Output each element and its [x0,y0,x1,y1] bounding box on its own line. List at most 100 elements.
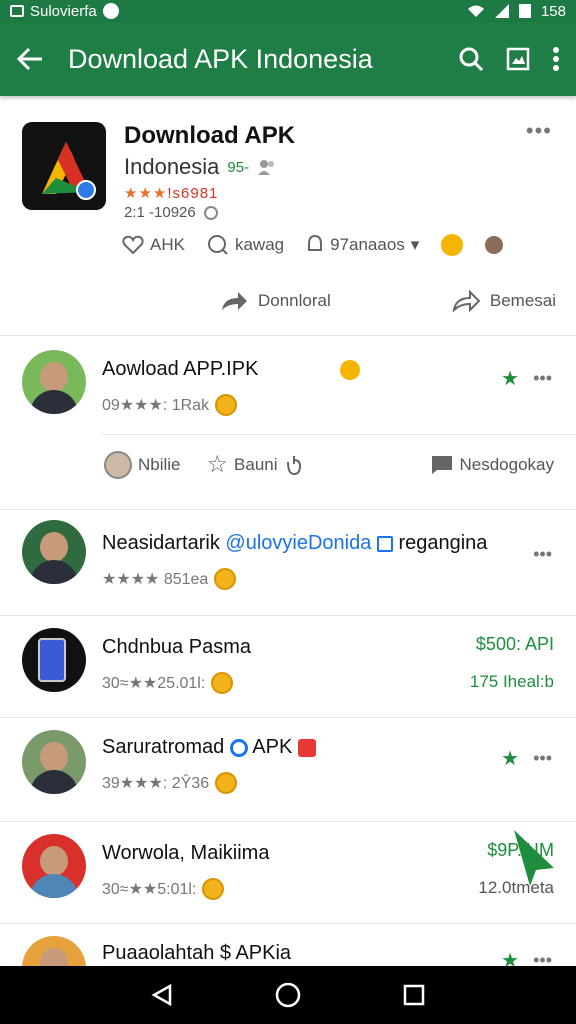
list-item[interactable]: Saruratromad APK 39★★★: 2Ŷ36 ★ ••• [0,718,576,822]
emoji-icon [214,568,237,590]
emoji-icon [202,878,225,900]
item-title: Saruratromad APK [102,736,316,759]
star-icon[interactable]: ★ [501,366,519,391]
item-actions: ★ ••• [501,948,552,966]
item-subtitle: ★★★★ 851ea [102,568,237,590]
price-sub: 175 Iheal:b [469,672,554,691]
more-options-icon[interactable]: ••• [533,368,552,389]
person-avatar-icon [485,236,504,254]
avatar [22,520,86,584]
download-label: Donnloral [258,291,331,310]
emoji-icon [215,394,238,416]
bell-icon [308,234,323,251]
more-options-icon[interactable]: ••• [533,748,552,769]
favorite-action[interactable]: ☆ Bauni [207,450,304,479]
emoji-avatar-icon [441,234,464,256]
star-icon[interactable]: ★ [501,948,519,966]
image-icon[interactable] [506,47,530,71]
item-title: Neasidartarik @ulovyieDonida regangina [102,532,488,554]
item-actions: ★ ••• [501,366,552,391]
sync-icon [229,738,248,757]
avatar [22,350,86,414]
app-rating: ★★★!s6981 [124,184,218,202]
item-title: Chdnbua Pasma [102,636,251,658]
like-label: AHK [150,235,185,254]
overflow-menu-icon[interactable] [552,46,560,72]
app-meta: 2:1 -10926 [124,204,218,221]
share-arrow-icon [452,290,480,312]
star-outline-icon: ☆ [206,451,229,478]
globe-icon [203,205,218,220]
notify-action[interactable]: 97anaaos ▾ [306,234,419,256]
item-subtitle: 30≈★★25.01l: [102,672,234,694]
people-icon [258,160,275,175]
divider [102,434,576,435]
item-subtitle: 09★★★: 1Rak [102,394,238,416]
comment-icon [207,235,228,255]
share-label: Bemesai [489,291,556,310]
notify-label: 97anaaos [330,235,405,254]
list-item[interactable]: Aowload APP.IPK 09★★★: 1Rak ★ ••• Nbilie… [0,338,576,510]
message-action[interactable]: Nesdogokay [431,455,554,475]
more-options-icon[interactable]: ••• [533,544,552,565]
rating-count: !s6981 [167,185,219,202]
square-icon [376,535,393,552]
item-title: Puaaolahtah $ APKia [102,942,292,964]
price-label: $500: API [475,634,554,654]
status-left-text: Sulovierfa [30,2,97,20]
app-name: Download APK [124,122,296,149]
heart-badge-icon [297,738,316,757]
item-title: Aowload APP.IPK [102,358,360,381]
avatar [22,936,86,966]
mini-avatar [104,450,132,479]
signal-icon [494,4,509,18]
list-item[interactable]: Worwola, Maikiima 30≈★★5:01l: $9P.AIM 12… [0,822,576,924]
notification-icon [102,3,119,19]
search-icon[interactable] [458,46,484,72]
item-subtitle: 30≈★★5:01l: [102,878,225,900]
coin-icon [339,359,360,380]
avatar [22,834,86,898]
item-sub-text: 30≈★★25.01l: [102,675,206,692]
like-action[interactable]: AHK [122,235,185,255]
back-nav-icon[interactable] [150,983,174,1007]
profile-label: Nbilie [138,454,181,474]
list-item[interactable]: Chdnbua Pasma 30≈★★25.01l: $500: API 175… [0,616,576,718]
user-handle-link[interactable]: @ulovyieDonida [225,532,371,554]
reaction-row: Nbilie ☆ Bauni Nesdogokay [104,450,554,479]
download-button[interactable]: Donnloral [220,290,331,312]
subtitle-tag: 95- [227,158,250,176]
item-title: Worwola, Maikiima [102,842,270,864]
wifi-icon [467,5,484,17]
favorite-label: Bauni [234,454,278,474]
system-nav-bar [0,966,576,1024]
comment-action[interactable]: kawag [207,234,284,256]
page-title: Download APK Indonesia [68,43,373,74]
item-actions: ••• [533,544,552,565]
message-icon [432,455,453,474]
back-arrow-icon[interactable] [16,47,44,71]
verified-badge-icon [76,180,96,200]
comment-label: kawag [234,235,285,254]
profile-action[interactable]: Nbilie [104,450,181,479]
app-bar: Download APK Indonesia [0,22,576,96]
item-sub-text: 39★★★: 2Ŷ36 [102,775,210,792]
item-sub-text: 30≈★★5:01l: [102,881,197,898]
list-item[interactable]: Puaaolahtah $ APKia ★ ••• [0,924,576,966]
home-nav-icon[interactable] [275,982,301,1008]
list-item[interactable]: Neasidartarik @ulovyieDonida regangina ★… [0,510,576,616]
phone-avatar [22,628,86,692]
share-button[interactable]: Bemesai [452,290,556,312]
more-options-icon[interactable]: ••• [526,118,552,144]
item-actions: ★ ••• [501,746,552,771]
emoji-icon [215,772,238,794]
emoji-icon [211,672,234,694]
refresh-icon [286,455,301,475]
dropdown-icon[interactable]: ▾ [411,235,420,255]
recents-nav-icon[interactable] [402,983,426,1007]
item-sub-text: ★★★★ 851ea [102,571,209,588]
more-options-icon[interactable]: ••• [533,950,552,966]
star-icon[interactable]: ★ [501,746,519,771]
status-time: 158 [540,2,566,20]
app-subtitle-text: Indonesia [124,154,220,179]
